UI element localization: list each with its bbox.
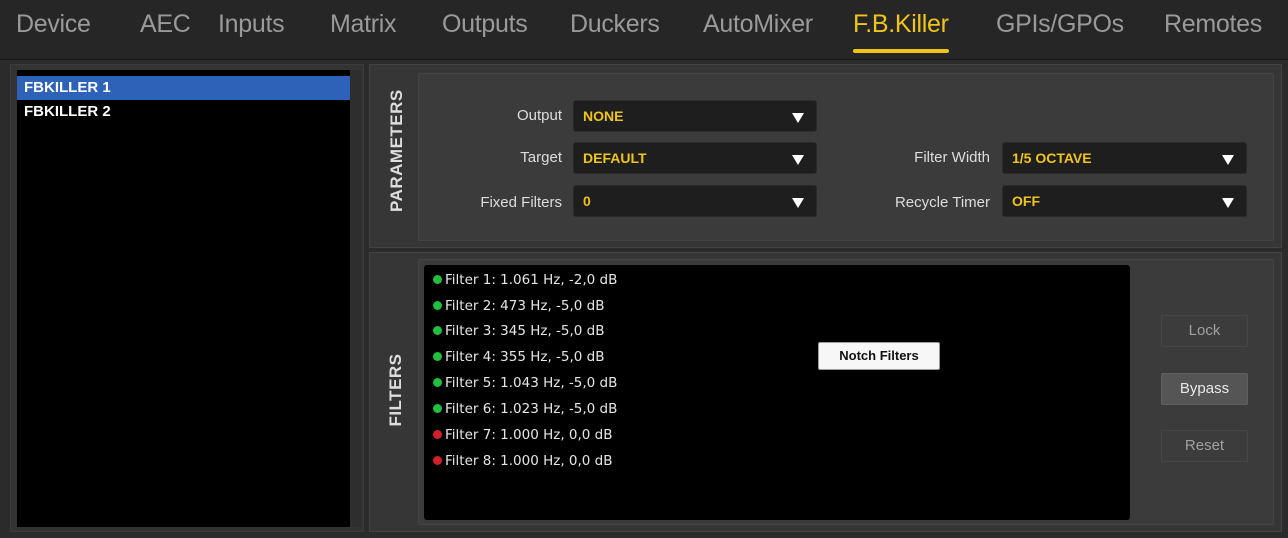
tab-device[interactable]: Device bbox=[16, 10, 91, 44]
filter-text: Filter 5: 1.043 Hz, -5,0 dB bbox=[445, 375, 618, 391]
filter-text: Filter 6: 1.023 Hz, -5,0 dB bbox=[445, 401, 618, 417]
tab-label: GPIs/GPOs bbox=[996, 10, 1124, 38]
filter-row: Filter 4: 355 Hz, -5,0 dB bbox=[433, 349, 605, 371]
list-item-fbkiller-2[interactable]: FBKILLER 2 bbox=[17, 100, 350, 124]
status-dot-icon bbox=[433, 326, 442, 335]
recycle-timer-dropdown[interactable]: OFF bbox=[1002, 185, 1247, 217]
recycle-timer-value: OFF bbox=[1012, 193, 1040, 209]
active-tab-underline bbox=[853, 49, 949, 53]
tab-label: Inputs bbox=[218, 10, 285, 38]
filter-text: Filter 7: 1.000 Hz, 0,0 dB bbox=[445, 427, 613, 443]
notch-filters-tooltip: Notch Filters bbox=[818, 342, 940, 370]
tab-automixer[interactable]: AutoMixer bbox=[703, 10, 813, 44]
output-value: NONE bbox=[583, 108, 624, 124]
filter-row: Filter 3: 345 Hz, -5,0 dB bbox=[433, 323, 605, 345]
chevron-down-icon bbox=[792, 113, 804, 123]
list-item-fbkiller-1[interactable]: FBKILLER 1 bbox=[17, 76, 350, 100]
filter-text: Filter 4: 355 Hz, -5,0 dB bbox=[445, 349, 605, 365]
parameters-section-label: PARAMETERS bbox=[387, 89, 406, 212]
filter-row: Filter 2: 473 Hz, -5,0 dB bbox=[433, 298, 605, 320]
filter-row: Filter 5: 1.043 Hz, -5,0 dB bbox=[433, 375, 617, 397]
status-dot-icon bbox=[433, 301, 442, 310]
top-nav: Device AEC Inputs Matrix Outputs Duckers… bbox=[0, 0, 1288, 60]
list-scrollbar[interactable] bbox=[350, 70, 361, 527]
status-dot-icon bbox=[433, 275, 442, 284]
output-label: Output bbox=[516, 107, 562, 124]
chevron-down-icon bbox=[1222, 155, 1234, 165]
filter-text: Filter 2: 473 Hz, -5,0 dB bbox=[445, 298, 605, 314]
tab-outputs[interactable]: Outputs bbox=[442, 10, 528, 44]
recycle-timer-label: Recycle Timer bbox=[894, 194, 990, 211]
tab-matrix[interactable]: Matrix bbox=[330, 10, 397, 44]
filters-section-label: FILTERS bbox=[386, 353, 405, 427]
status-dot-icon bbox=[433, 378, 442, 387]
filter-row: Filter 7: 1.000 Hz, 0,0 dB bbox=[433, 427, 613, 449]
output-dropdown[interactable]: NONE bbox=[573, 100, 817, 132]
bypass-button[interactable]: Bypass bbox=[1161, 373, 1248, 405]
tab-label: Outputs bbox=[442, 10, 528, 38]
target-label: Target bbox=[520, 149, 562, 166]
filter-text: Filter 8: 1.000 Hz, 0,0 dB bbox=[445, 453, 613, 469]
chevron-down-icon bbox=[792, 198, 804, 208]
tab-label: Remotes bbox=[1164, 10, 1262, 38]
filter-text: Filter 3: 345 Hz, -5,0 dB bbox=[445, 323, 605, 339]
filter-row: Filter 1: 1.061 Hz, -2,0 dB bbox=[433, 272, 617, 294]
tab-aec[interactable]: AEC bbox=[140, 10, 191, 44]
chevron-down-icon bbox=[1222, 198, 1234, 208]
fixed-filters-value: 0 bbox=[583, 193, 591, 209]
lock-button[interactable]: Lock bbox=[1161, 315, 1248, 347]
target-value: DEFAULT bbox=[583, 150, 647, 166]
target-dropdown[interactable]: DEFAULT bbox=[573, 142, 817, 174]
list-item-label: FBKILLER 1 bbox=[24, 79, 111, 96]
status-dot-icon bbox=[433, 430, 442, 439]
status-dot-icon bbox=[433, 352, 442, 361]
chevron-down-icon bbox=[792, 155, 804, 165]
tab-fb-killer[interactable]: F.B.Killer bbox=[853, 10, 949, 53]
tab-label: Duckers bbox=[570, 10, 660, 38]
tab-label: F.B.Killer bbox=[853, 10, 949, 38]
notch-filter-list: Filter 1: 1.061 Hz, -2,0 dB Filter 2: 47… bbox=[424, 265, 1130, 520]
filter-text: Filter 1: 1.061 Hz, -2,0 dB bbox=[445, 272, 618, 288]
filter-width-dropdown[interactable]: 1/5 OCTAVE bbox=[1002, 142, 1247, 174]
filter-width-value: 1/5 OCTAVE bbox=[1012, 150, 1092, 166]
tab-label: Device bbox=[16, 10, 91, 38]
status-dot-icon bbox=[433, 456, 442, 465]
list-item-label: FBKILLER 2 bbox=[24, 103, 111, 120]
tab-inputs[interactable]: Inputs bbox=[218, 10, 285, 44]
filter-row: Filter 8: 1.000 Hz, 0,0 dB bbox=[433, 453, 613, 475]
reset-button[interactable]: Reset bbox=[1161, 430, 1248, 462]
filter-row: Filter 6: 1.023 Hz, -5,0 dB bbox=[433, 401, 617, 423]
tab-remotes[interactable]: Remotes bbox=[1164, 10, 1262, 44]
fixed-filters-label: Fixed Filters bbox=[480, 194, 562, 211]
tab-label: AutoMixer bbox=[703, 10, 813, 38]
filter-width-label: Filter Width bbox=[914, 149, 990, 166]
tab-label: AEC bbox=[140, 10, 191, 38]
status-dot-icon bbox=[433, 404, 442, 413]
tab-gpis-gpos[interactable]: GPIs/GPOs bbox=[996, 10, 1124, 44]
tab-label: Matrix bbox=[330, 10, 397, 38]
tab-duckers[interactable]: Duckers bbox=[570, 10, 660, 44]
fixed-filters-dropdown[interactable]: 0 bbox=[573, 185, 817, 217]
instance-list: FBKILLER 1 FBKILLER 2 bbox=[17, 70, 350, 527]
instance-panel: FBKILLER 1 FBKILLER 2 bbox=[10, 64, 364, 532]
